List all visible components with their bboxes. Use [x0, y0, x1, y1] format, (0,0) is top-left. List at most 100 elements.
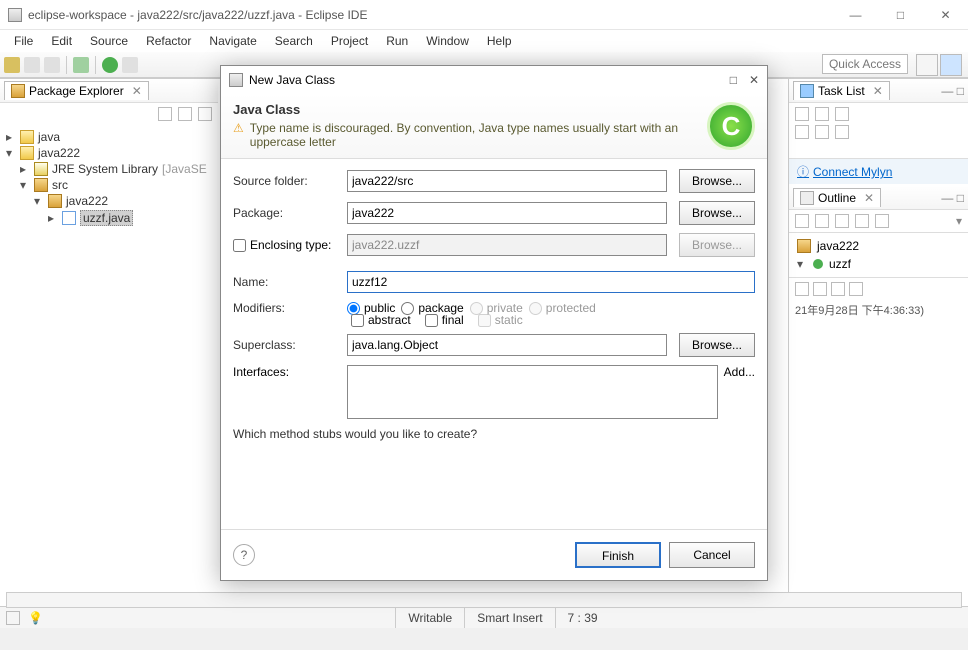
source-folder-input[interactable] [347, 170, 667, 192]
label-superclass: Superclass: [233, 338, 341, 352]
task-filter-icon[interactable] [835, 107, 849, 121]
save-icon[interactable] [24, 57, 40, 73]
outline-class[interactable]: uzzf [829, 257, 851, 271]
collapse-all-icon[interactable] [158, 107, 172, 121]
status-position: 7 : 39 [555, 607, 610, 628]
menu-project[interactable]: Project [323, 32, 376, 50]
task-list-toolbar [789, 103, 968, 159]
outline-tree[interactable]: java222 ▾ uzzf [789, 233, 968, 277]
label-source-folder: Source folder: [233, 174, 341, 188]
task-hierarchy-icon[interactable] [815, 107, 829, 121]
task-new-icon[interactable] [795, 107, 809, 121]
save-all-icon[interactable] [44, 57, 60, 73]
tree-jre-suffix: [JavaSE [162, 162, 207, 176]
close-button[interactable]: ✕ [923, 0, 968, 29]
task-sync-icon[interactable] [815, 125, 829, 139]
run-icon[interactable] [102, 57, 118, 73]
add-interface-button[interactable]: Add... [724, 365, 755, 379]
maximize-button[interactable]: □ [878, 0, 923, 29]
label-package: Package: [233, 206, 341, 220]
tree-file[interactable]: uzzf.java [80, 210, 133, 226]
package-icon [797, 239, 811, 253]
toolbar-icon[interactable] [831, 282, 845, 296]
outline-sort-icon[interactable] [795, 214, 809, 228]
menu-help[interactable]: Help [479, 32, 520, 50]
help-button[interactable]: ? [233, 544, 255, 566]
dialog-maximize-button[interactable]: □ [730, 73, 737, 87]
minimize-button[interactable]: — [833, 0, 878, 29]
browse-superclass-button[interactable]: Browse... [679, 333, 755, 357]
dialog-warning: Type name is discouraged. By convention,… [250, 121, 707, 149]
interfaces-list[interactable] [347, 365, 718, 419]
connect-mylyn-link[interactable]: ⓘConnect Mylyn [789, 159, 968, 184]
coverage-icon[interactable] [122, 57, 138, 73]
new-icon[interactable] [4, 57, 20, 73]
modifier-abstract-checkbox[interactable] [351, 314, 364, 327]
enclosing-type-input [347, 234, 667, 256]
close-icon[interactable]: ✕ [132, 84, 142, 98]
menu-edit[interactable]: Edit [43, 32, 80, 50]
tree-pkg[interactable]: java222 [66, 194, 108, 208]
menu-refactor[interactable]: Refactor [138, 32, 199, 50]
outline-public-icon[interactable] [855, 214, 869, 228]
package-explorer-tab[interactable]: Package Explorer ✕ [4, 81, 149, 100]
package-explorer-title: Package Explorer [29, 84, 124, 98]
package-input[interactable] [347, 202, 667, 224]
menu-window[interactable]: Window [418, 32, 477, 50]
dialog-icon [229, 73, 243, 87]
horizontal-scrollbar[interactable] [6, 592, 962, 608]
perspective-java-icon[interactable] [940, 54, 962, 76]
task-find-icon[interactable] [795, 125, 809, 139]
superclass-input[interactable] [347, 334, 667, 356]
label-name: Name: [233, 275, 341, 289]
tree-project-java222[interactable]: java222 [38, 146, 80, 160]
label-stubs: Which method stubs would you like to cre… [233, 427, 755, 441]
menu-source[interactable]: Source [82, 32, 136, 50]
browse-package-button[interactable]: Browse... [679, 201, 755, 225]
dialog-close-button[interactable]: ✕ [749, 73, 759, 87]
debug-icon[interactable] [73, 57, 89, 73]
task-list-tab[interactable]: Task List ✕ [793, 81, 890, 100]
close-icon[interactable]: ✕ [864, 191, 874, 205]
tree-project-java[interactable]: java [38, 130, 60, 144]
perspective-open-icon[interactable] [916, 54, 938, 76]
outline-tab[interactable]: Outline ✕ [793, 188, 881, 207]
outline-title: Outline [818, 191, 856, 205]
tree-jre[interactable]: JRE System Library [52, 162, 158, 176]
outline-local-icon[interactable] [875, 214, 889, 228]
quick-access[interactable]: Quick Access [822, 54, 908, 74]
browse-enclosing-button: Browse... [679, 233, 755, 257]
tip-icon[interactable]: 💡 [28, 611, 43, 625]
modifier-final-checkbox[interactable] [425, 314, 438, 327]
menu-search[interactable]: Search [267, 32, 321, 50]
toolbar-icon[interactable] [813, 282, 827, 296]
view-menu-icon[interactable] [198, 107, 212, 121]
task-list-title: Task List [818, 84, 865, 98]
enclosing-type-checkbox[interactable] [233, 239, 246, 252]
name-input[interactable] [347, 271, 755, 293]
link-editor-icon[interactable] [178, 107, 192, 121]
outline-fields-icon[interactable] [815, 214, 829, 228]
menu-run[interactable]: Run [378, 32, 416, 50]
toolbar-icon[interactable] [849, 282, 863, 296]
status-timestamp: 21年9月28日 下午4:36:33) [789, 300, 968, 320]
outline-pkg[interactable]: java222 [817, 239, 859, 253]
outline-static-icon[interactable] [835, 214, 849, 228]
browse-source-folder-button[interactable]: Browse... [679, 169, 755, 193]
task-activate-icon[interactable] [835, 125, 849, 139]
status-icon[interactable] [6, 611, 20, 625]
class-badge-icon: C [707, 102, 755, 150]
tree-src[interactable]: src [52, 178, 68, 192]
finish-button[interactable]: Finish [575, 542, 661, 568]
toolbar-icon[interactable] [795, 282, 809, 296]
warning-icon: ⚠ [233, 121, 244, 149]
outline-icon [800, 191, 814, 205]
cancel-button[interactable]: Cancel [669, 542, 755, 568]
package-explorer-tree[interactable]: ▸java ▾java222 ▸JRE System Library [Java… [0, 125, 218, 231]
modifier-protected-radio [529, 302, 542, 315]
menu-navigate[interactable]: Navigate [201, 32, 264, 50]
window-titlebar: eclipse-workspace - java222/src/java222/… [0, 0, 968, 30]
menu-file[interactable]: File [6, 32, 41, 50]
close-icon[interactable]: ✕ [873, 84, 883, 98]
library-icon [34, 162, 48, 176]
